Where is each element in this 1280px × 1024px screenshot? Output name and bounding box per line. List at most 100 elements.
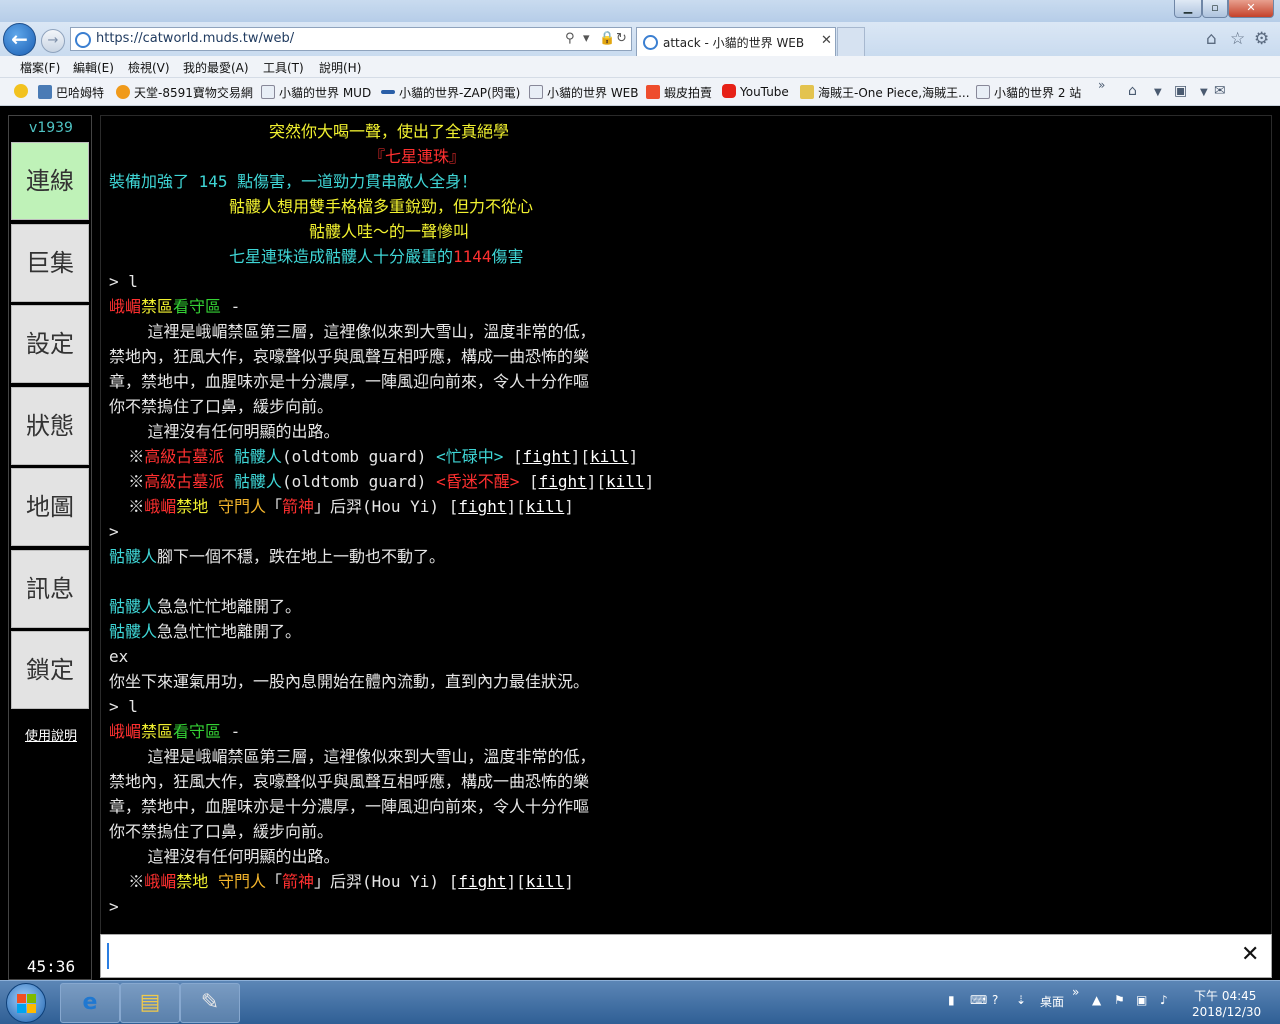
clear-input-icon[interactable]: ✕ [1241,942,1259,967]
menu-bar: 檔案(F) 編輯(E) 檢視(V) 我的最愛(A) 工具(T) 說明(H) [0,56,1280,78]
room-desc: 禁地內，狂風大作，哀嚎聲似乎與風聲互相呼應，構成一曲恐怖的樂 [109,347,590,366]
room-desc: 你不禁摀住了口鼻，緩步向前。 [109,822,334,841]
maximize-button[interactable]: ▫ [1202,0,1228,18]
favorites-star-icon[interactable] [14,84,32,99]
prompt-line: > l [109,272,138,291]
forward-button[interactable]: → [41,29,65,53]
address-url[interactable]: https://catworld.muds.tw/web/ [96,31,294,46]
fav-bahamut[interactable]: 巴哈姆特 [38,84,104,101]
start-button[interactable] [6,983,46,1023]
fav-catworld-zap[interactable]: 小貓的世界-ZAP(閃電) [381,84,520,101]
menu-file[interactable]: 檔案(F) [20,59,60,76]
kill-link[interactable]: kill [526,497,565,516]
help-link[interactable]: 使用說明 [9,725,93,744]
menu-help[interactable]: 說明(H) [319,59,361,76]
mail-icon[interactable]: ✉ [1214,83,1226,99]
combat-line: 骷髏人想用雙手格檔多重銳勁，但力不從心 [229,197,534,216]
new-tab-button[interactable] [837,27,865,56]
npc-line: ※高級古墓派 骷髏人(oldtomb guard) <忙碌中> [fight][… [109,447,639,466]
prompt-line: > l [109,697,138,716]
tray-expand-icon[interactable]: ▲ [1092,993,1101,1007]
tab-attack[interactable]: attack - 小貓的世界 WEB ✕ [636,27,836,56]
clock-date[interactable]: 2018/12/30 [1192,1005,1261,1019]
desktop-toolbar[interactable]: 桌面 [1040,993,1064,1010]
macro-button[interactable]: 巨集 [11,224,89,302]
combat-line: 突然你大喝一聲，使出了全真絕學 [269,122,510,141]
tab-favicon-icon [643,35,658,50]
mud-web-page: v1939 連線 巨集 設定 狀態 地圖 訊息 鎖定 使用說明 45:36 突然… [0,107,1280,980]
settings-button[interactable]: 設定 [11,305,89,383]
clock-time[interactable]: 下午 04:45 [1194,987,1256,1004]
event-line: 你坐下來運氣用功，一股內息開始在體內流動，直到內力最佳狀況。 [109,672,590,691]
room-desc: 這裡是峨嵋禁區第三層，這裡像似來到大雪山，溫度非常的低， [109,747,596,766]
more-icon[interactable]: » [1072,985,1079,999]
room-desc: 章，禁地中，血腥味亦是十分濃厚，一陣風迎向前來，令人十分作嘔 [109,797,590,816]
menu-edit[interactable]: 編輯(E) [73,59,114,76]
back-button[interactable]: ← [3,23,36,56]
npc-line: ※峨嵋禁地 守門人「箭神」后羿(Hou Yi) [fight][kill] [109,872,574,891]
map-button[interactable]: 地圖 [11,468,89,546]
dropdown-icon[interactable]: ▾ [583,31,590,46]
home-icon[interactable]: ⌂ [1206,29,1217,49]
tray-volume-icon[interactable]: ♪ [1160,993,1168,1007]
tray-flag-icon[interactable]: ⚑ [1114,993,1125,1007]
taskbar-explorer-icon[interactable]: ▤ [120,983,180,1023]
event-line: 骷髏人急急忙忙地離開了。 [109,597,302,616]
address-bar[interactable]: https://catworld.muds.tw/web/ ⚲ ▾ 🔒 ↻ [70,27,632,51]
gear-icon[interactable]: ⚙ [1254,29,1269,49]
tray-pdf-icon[interactable]: ▮ [948,993,955,1007]
home-icon[interactable]: ⌂ [1128,83,1137,99]
room-exits: 這裡沒有任何明顯的出路。 [109,847,340,866]
fight-link[interactable]: fight [458,497,506,516]
lock-icon[interactable]: 🔒 [599,31,615,46]
fav-8591[interactable]: 天堂-8591寶物交易網 [116,84,253,101]
more-favorites-icon[interactable]: » [1098,78,1105,92]
prompt-line: > [109,897,119,916]
fav-catworld-2[interactable]: 小貓的世界 2 站 [976,84,1081,101]
window-titlebar: ▁ ▫ ✕ [0,0,1280,22]
fav-onepiece[interactable]: 海賊王-One Piece,海賊王... [800,84,970,101]
minimize-button[interactable]: ▁ [1174,0,1202,18]
taskbar-paint-icon[interactable]: ✎ [180,983,240,1023]
command-input[interactable] [107,943,1227,969]
room-exits: 這裡沒有任何明顯的出路。 [109,422,340,441]
menu-view[interactable]: 檢視(V) [128,59,170,76]
combat-line: 『七星連珠』 [369,147,466,166]
tray-usb-icon[interactable]: ⇣ [1016,993,1026,1007]
tab-title: attack - 小貓的世界 WEB [663,36,805,50]
taskbar-ie-icon[interactable]: e [60,983,120,1023]
kill-link[interactable]: kill [590,447,629,466]
sidebar: v1939 連線 巨集 設定 狀態 地圖 訊息 鎖定 使用說明 45:36 [8,115,92,980]
favorites-star-icon[interactable]: ☆ [1230,29,1245,49]
fight-link[interactable]: fight [458,872,506,891]
message-button[interactable]: 訊息 [11,550,89,628]
kill-link[interactable]: kill [606,472,645,491]
tray-keyboard-icon[interactable]: ⌨ [970,993,987,1007]
search-icon[interactable]: ⚲ [565,31,575,46]
tray-network-icon[interactable]: ▣ [1136,993,1147,1007]
refresh-icon[interactable]: ↻ [616,31,627,46]
fav-catworld-web[interactable]: 小貓的世界 WEB [529,84,639,101]
room-desc: 這裡是峨嵋禁區第三層，這裡像似來到大雪山，溫度非常的低， [109,322,596,341]
menu-tools[interactable]: 工具(T) [263,59,304,76]
lock-button[interactable]: 鎖定 [11,631,89,709]
fav-youtube[interactable]: YouTube [722,84,789,99]
event-line: 骷髏人急急忙忙地離開了。 [109,622,302,641]
status-button[interactable]: 狀態 [11,387,89,465]
npc-line: ※高級古墓派 骷髏人(oldtomb guard) <昏迷不醒> [fight]… [109,472,655,491]
kill-link[interactable]: kill [526,872,565,891]
room-desc: 你不禁摀住了口鼻，緩步向前。 [109,397,334,416]
tab-close-icon[interactable]: ✕ [821,33,832,48]
chevron-down-icon[interactable]: ▼ [1154,87,1162,98]
fight-link[interactable]: fight [539,472,587,491]
fav-shopee[interactable]: 蝦皮拍賣 [646,84,712,101]
chevron-down-icon[interactable]: ▼ [1200,87,1208,98]
rss-icon[interactable]: ▣ [1174,83,1187,99]
fav-catworld-mud[interactable]: 小貓的世界 MUD [261,84,371,101]
fight-link[interactable]: fight [523,447,571,466]
menu-favorites[interactable]: 我的最愛(A) [183,59,249,76]
connect-button[interactable]: 連線 [11,142,89,220]
close-window-button[interactable]: ✕ [1228,0,1274,18]
youtube-icon [722,84,736,98]
tray-help-icon[interactable]: ? [992,993,998,1007]
